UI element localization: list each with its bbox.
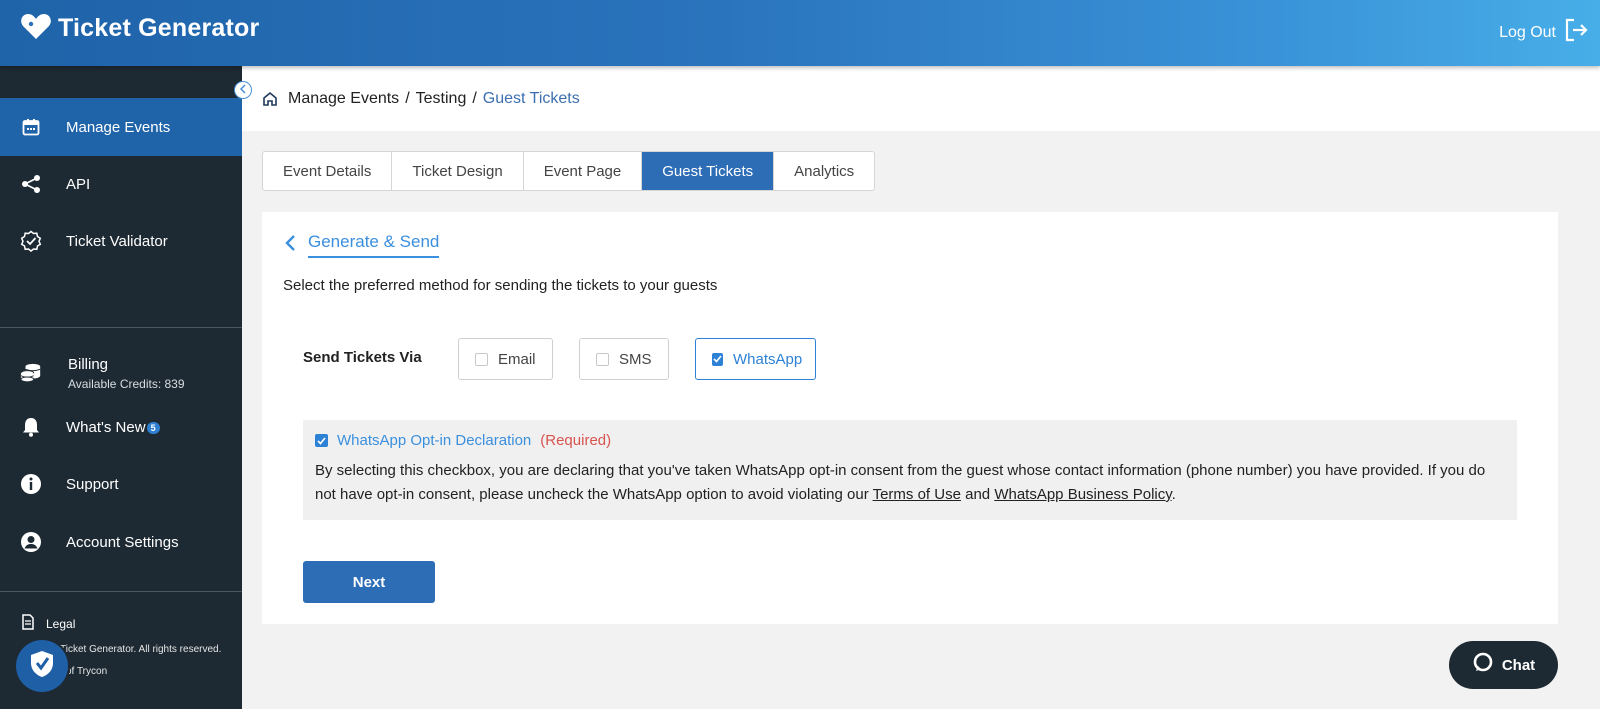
email-option[interactable]: Email [458,338,553,380]
checkmark-icon [317,436,326,445]
breadcrumb: Manage Events / Testing / Guest Tickets [242,66,1600,131]
declaration-text: By selecting this checkbox, you are decl… [315,459,1505,507]
declaration-and: and [960,486,995,503]
security-shield-button[interactable] [16,640,68,692]
declaration-header: WhatsApp Opt-in Declaration (Required) [315,432,1505,449]
whatsapp-option-label: WhatsApp [733,350,803,368]
sidebar-item-api[interactable]: API [0,155,242,213]
sidebar-item-whats-new[interactable]: What's New 5 [0,398,242,456]
logout-label: Log Out [1499,23,1556,41]
sidebar-item-manage-events[interactable]: Manage Events [0,98,242,156]
sidebar-item-account-settings[interactable]: Account Settings [0,513,242,571]
sidebar-divider [0,327,242,328]
logout-icon [1564,17,1588,48]
send-tickets-label: Send Tickets Via [303,349,422,366]
sidebar-divider [0,591,242,592]
generate-send-card: Generate & Send Select the preferred met… [262,212,1558,624]
sms-option[interactable]: SMS [579,338,669,380]
tab-ticket-design[interactable]: Ticket Design [392,152,524,190]
required-label: (Required) [540,432,612,449]
bell-icon [20,416,42,438]
info-icon [20,473,42,495]
sms-checkbox[interactable] [596,352,609,366]
declaration-title[interactable]: WhatsApp Opt-in Declaration [337,432,531,449]
whatsapp-option[interactable]: WhatsApp [695,338,816,380]
sidebar-item-billing[interactable]: Billing Available Credits: 839 [0,342,242,404]
home-icon[interactable] [262,91,278,107]
breadcrumb-current: Guest Tickets [482,89,580,107]
tab-guest-tickets[interactable]: Guest Tickets [642,152,775,190]
user-circle-icon [20,531,42,553]
declaration-checkbox[interactable] [315,434,328,447]
tab-event-details[interactable]: Event Details [263,152,393,190]
sidebar-item-label: Account Settings [66,533,179,551]
tab-event-page[interactable]: Event Page [524,152,643,190]
shield-check-icon [28,649,56,684]
notification-badge: 5 [146,421,160,434]
company-text: of Trycon [66,666,108,677]
checkmark-icon [713,355,722,363]
logout-button[interactable]: Log Out [1499,17,1588,48]
copyright-text: Ticket Generator. All rights reserved. [60,644,222,655]
tab-analytics[interactable]: Analytics [774,152,874,190]
whats-new-text: What's New [66,418,146,436]
section-title: Generate & Send [308,232,440,258]
sidebar-item-label: API [66,175,91,193]
top-header: Ticket Generator Log Out [0,0,1600,66]
breadcrumb-testing[interactable]: Testing [416,90,467,108]
ticket-heart-icon [20,11,52,46]
email-checkbox[interactable] [475,352,488,366]
breadcrumb-separator: / [405,89,410,107]
sidebar-item-label: Ticket Validator [66,232,168,250]
legal-link[interactable]: Legal [20,614,75,633]
billing-block: Billing Available Credits: 839 [68,356,185,391]
back-link[interactable]: Generate & Send [284,232,440,258]
chat-label: Chat [1501,656,1536,674]
billing-label: Billing [68,355,109,373]
breadcrumb-manage-events[interactable]: Manage Events [288,90,399,108]
terms-of-use-link[interactable]: Terms of Use [873,486,961,503]
sms-option-label: SMS [619,350,652,368]
breadcrumb-separator: / [472,89,477,107]
sidebar-item-label: Manage Events [66,118,171,136]
chevron-left-icon [239,81,247,99]
badge-check-icon [20,230,42,252]
whatsapp-checkbox[interactable] [712,352,723,366]
email-option-label: Email [498,350,536,368]
coins-icon [20,362,42,384]
whatsapp-policy-link[interactable]: WhatsApp Business Policy [994,486,1171,503]
next-button[interactable]: Next [303,561,435,603]
chat-button[interactable]: Chat [1449,641,1558,689]
calendar-icon [20,116,42,138]
declaration-end: . [1171,486,1176,503]
event-tabs: Event Details Ticket Design Event Page G… [262,151,876,191]
chevron-left-icon [284,234,296,257]
legal-label: Legal [46,616,76,631]
sidebar-item-support[interactable]: Support [0,455,242,513]
brand-logo[interactable]: Ticket Generator [20,11,259,46]
chat-bubble-icon [1472,652,1494,678]
sidebar: Manage Events API Ticket Validator Billi… [0,66,242,709]
available-credits: Available Credits: 839 [68,376,185,391]
intro-text: Select the preferred method for sending … [283,277,718,294]
sidebar-collapse-button[interactable] [234,81,252,99]
share-nodes-icon [20,173,42,195]
document-icon [20,614,36,633]
sidebar-item-ticket-validator[interactable]: Ticket Validator [0,212,242,270]
whats-new-label: What's New 5 [66,419,160,436]
whatsapp-declaration-box: WhatsApp Opt-in Declaration (Required) B… [303,420,1517,520]
brand-name: Ticket Generator [58,14,260,42]
sidebar-item-label: Support [66,475,119,493]
